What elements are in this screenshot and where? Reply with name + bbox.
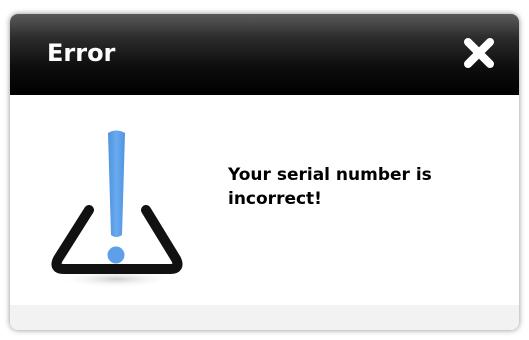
dialog-footer <box>10 305 519 330</box>
error-message: Your serial number is incorrect! <box>228 165 432 209</box>
dialog-title: Error <box>47 39 116 67</box>
close-icon <box>464 38 494 68</box>
dialog-body: Your serial number is incorrect! <box>10 95 519 305</box>
close-button[interactable] <box>461 35 497 71</box>
error-dialog: Error Your serial number is incorrect! <box>10 14 519 330</box>
warning-icon <box>51 130 183 288</box>
title-bar: Error <box>10 14 519 95</box>
